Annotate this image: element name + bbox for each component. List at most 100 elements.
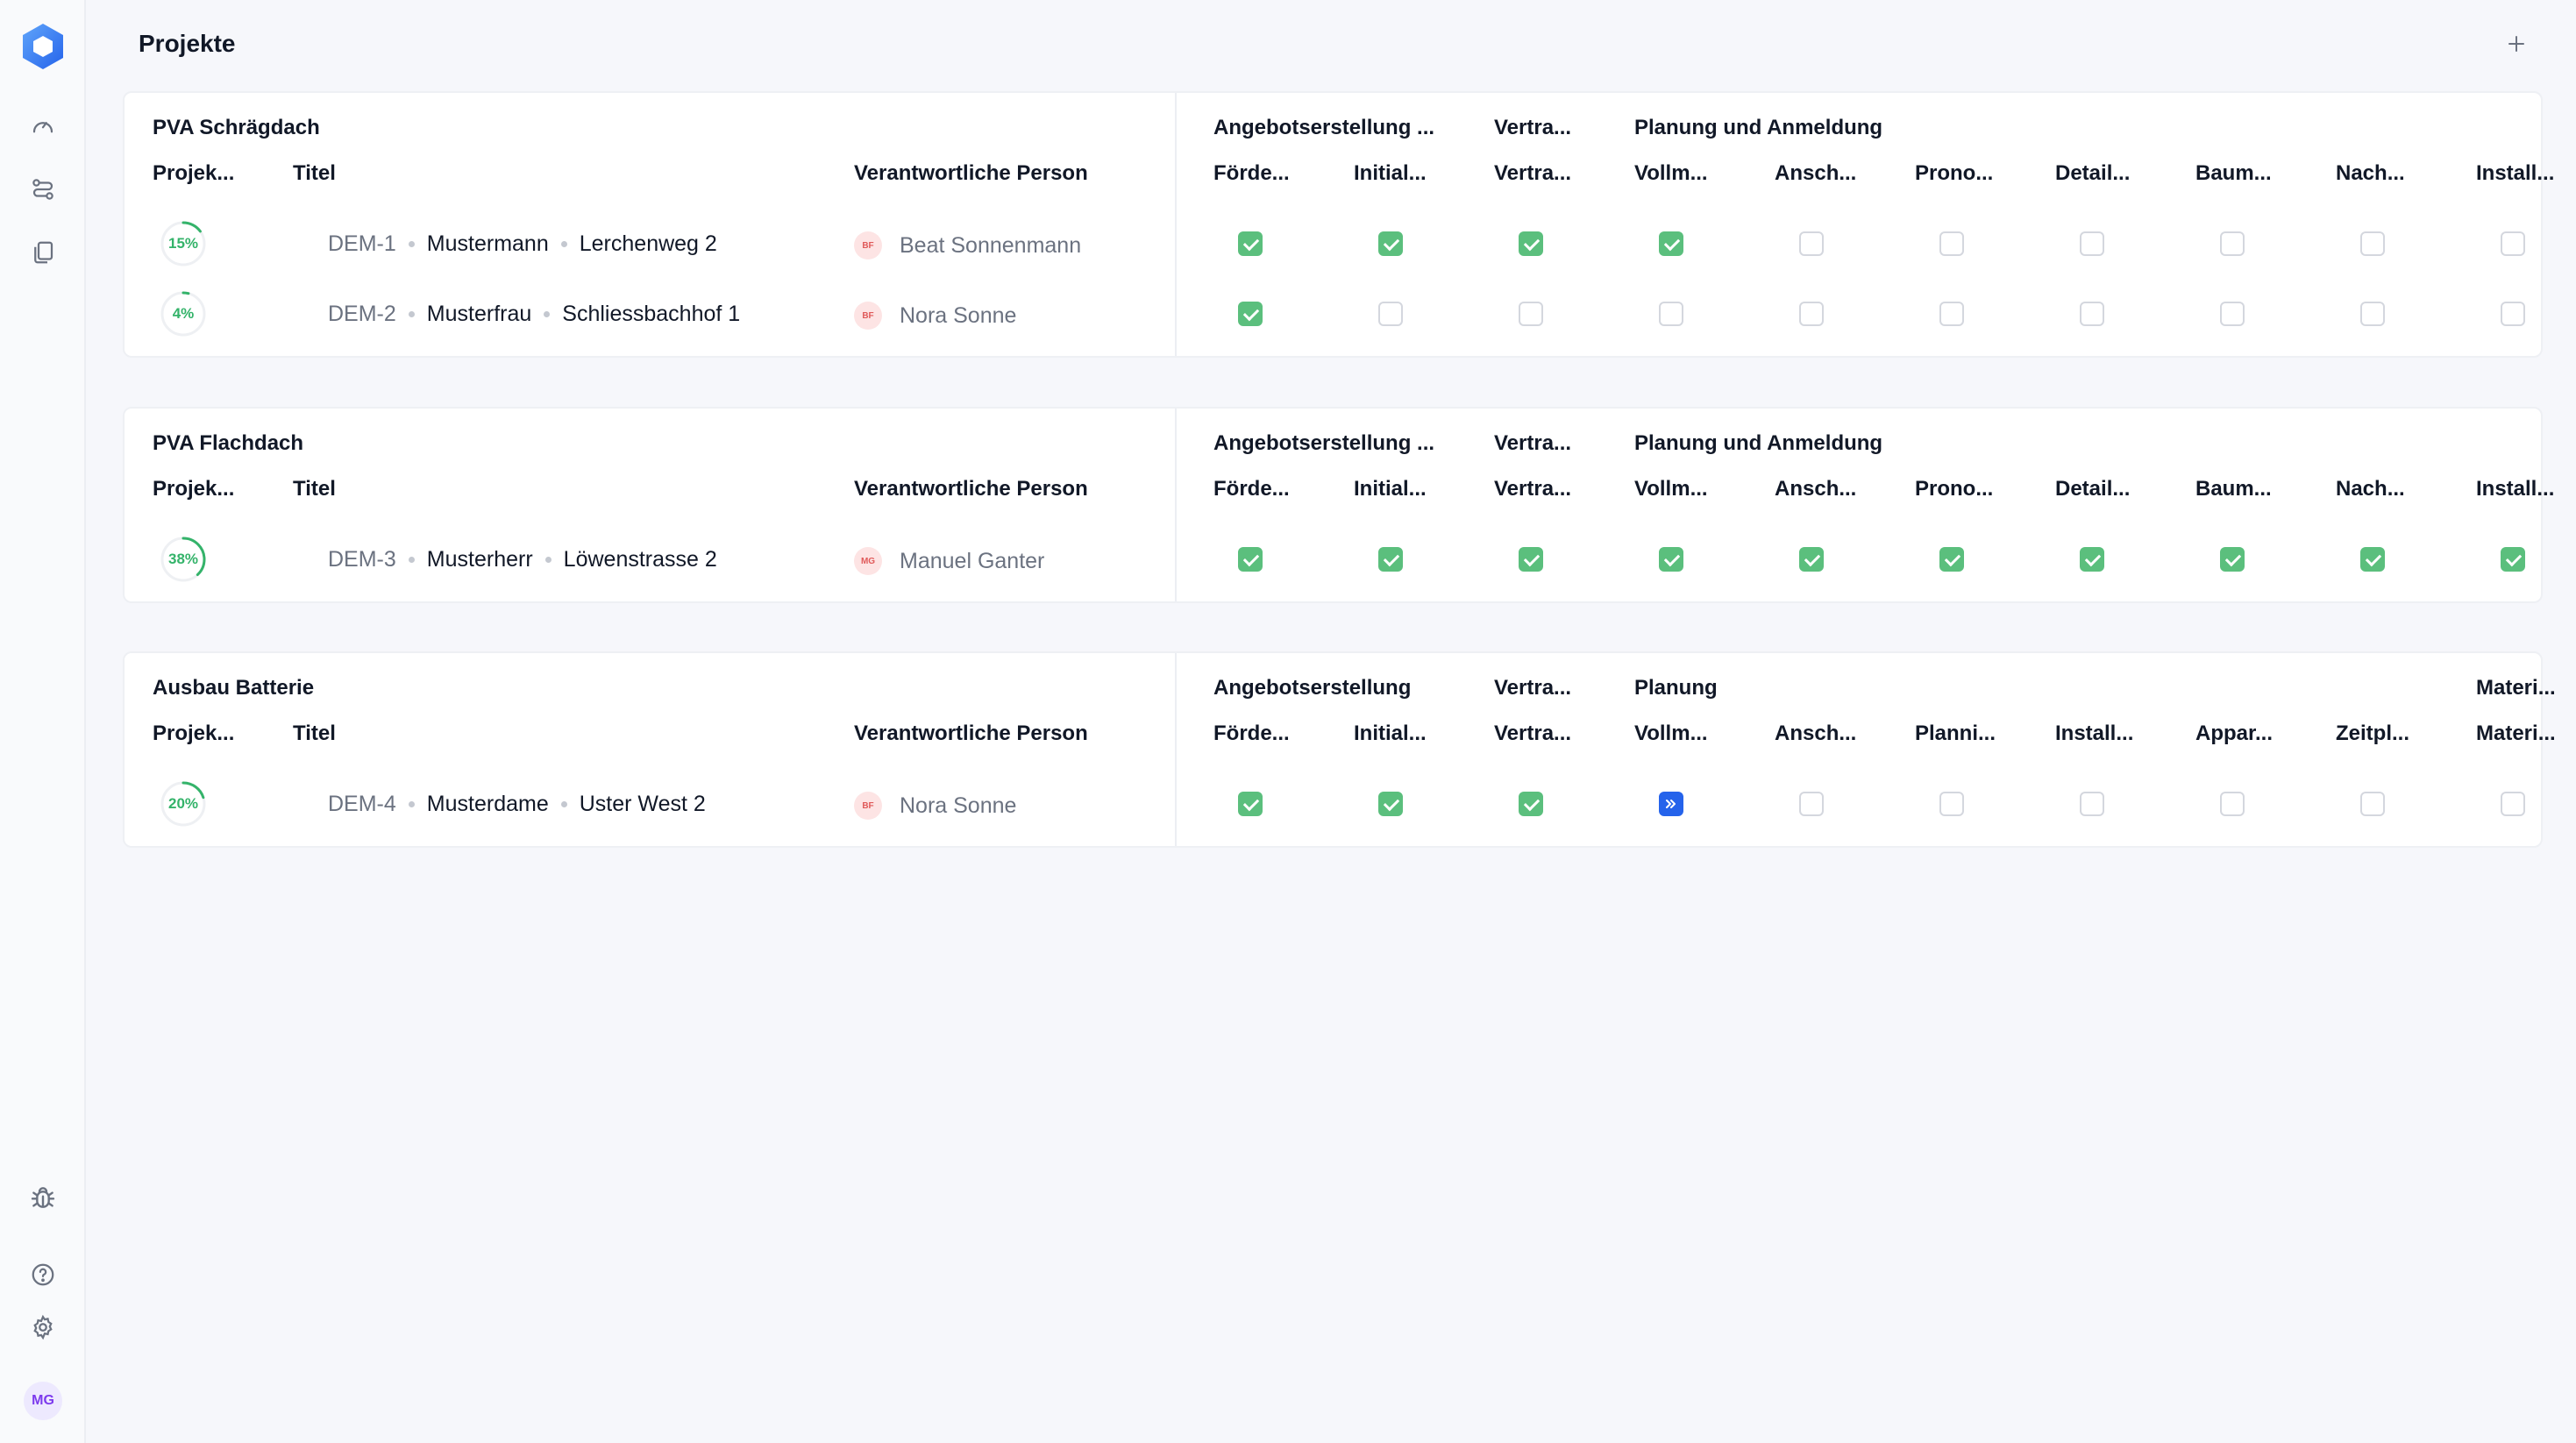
- step-header[interactable]: Vertra...: [1494, 722, 1571, 746]
- step-header[interactable]: Förde...: [1213, 161, 1290, 186]
- step-checkbox[interactable]: [2360, 231, 2385, 256]
- step-checkbox[interactable]: [2220, 231, 2245, 256]
- project-title[interactable]: DEM-4 Musterdame Uster West 2: [328, 792, 706, 817]
- step-checkbox[interactable]: [1519, 792, 1543, 816]
- step-checkbox[interactable]: [1238, 231, 1263, 256]
- step-header[interactable]: Vertra...: [1494, 477, 1571, 501]
- step-header[interactable]: Initial...: [1354, 722, 1427, 746]
- step-header[interactable]: Initial...: [1354, 161, 1427, 186]
- step-checkbox[interactable]: [1519, 231, 1543, 256]
- step-checkbox[interactable]: [1378, 302, 1403, 326]
- step-checkbox[interactable]: [2080, 547, 2104, 572]
- step-header[interactable]: Vollm...: [1634, 722, 1708, 746]
- step-in-progress-checkbox[interactable]: [1659, 792, 1683, 816]
- step-header[interactable]: Materi...: [2476, 722, 2556, 746]
- step-checkbox[interactable]: [1799, 302, 1824, 326]
- step-checkbox[interactable]: [1238, 302, 1263, 326]
- step-header[interactable]: Vertra...: [1494, 161, 1571, 186]
- table-row[interactable]: 38% DEM-3 Musterherr Löwenstrasse 2 MG Manuel…: [125, 524, 2544, 594]
- step-checkbox[interactable]: [2080, 792, 2104, 816]
- step-checkbox[interactable]: [1519, 547, 1543, 572]
- help-icon[interactable]: [22, 1254, 64, 1296]
- table-row[interactable]: 4% DEM-2 Musterfrau Schliessbachhof 1 BF Nora…: [125, 279, 2544, 349]
- documents-icon[interactable]: [22, 231, 64, 274]
- step-header[interactable]: Initial...: [1354, 477, 1427, 501]
- step-header[interactable]: Detail...: [2055, 161, 2130, 186]
- dashboard-icon[interactable]: [22, 105, 64, 147]
- column-header-person[interactable]: Verantwortliche Person: [854, 161, 1088, 186]
- step-checkbox[interactable]: [2501, 547, 2525, 572]
- step-checkbox[interactable]: [1238, 547, 1263, 572]
- step-checkbox[interactable]: [2501, 231, 2525, 256]
- step-header[interactable]: Vollm...: [1634, 161, 1708, 186]
- project-title[interactable]: DEM-2 Musterfrau Schliessbachhof 1: [328, 302, 740, 327]
- project-title[interactable]: DEM-3 Musterherr Löwenstrasse 2: [328, 547, 717, 572]
- step-checkbox[interactable]: [1659, 547, 1683, 572]
- step-checkbox[interactable]: [2360, 547, 2385, 572]
- step-checkbox[interactable]: [1659, 231, 1683, 256]
- step-header[interactable]: Nach...: [2336, 161, 2405, 186]
- step-checkbox[interactable]: [1939, 792, 1964, 816]
- step-checkbox[interactable]: [2220, 547, 2245, 572]
- column-header-title[interactable]: Titel: [293, 477, 336, 501]
- step-checkbox[interactable]: [1799, 231, 1824, 256]
- column-header-title[interactable]: Titel: [293, 161, 336, 186]
- project-title[interactable]: DEM-1 Mustermann Lerchenweg 2: [328, 231, 717, 257]
- step-header[interactable]: Baum...: [2195, 161, 2272, 186]
- step-header[interactable]: Vollm...: [1634, 477, 1708, 501]
- workflow-icon[interactable]: [22, 168, 64, 210]
- step-header[interactable]: Zeitpl...: [2336, 722, 2409, 746]
- step-header[interactable]: Nach...: [2336, 477, 2405, 501]
- step-checkbox[interactable]: [2501, 302, 2525, 326]
- responsible-person[interactable]: MG Manuel Ganter: [854, 547, 1044, 575]
- step-header[interactable]: Ansch...: [1775, 722, 1856, 746]
- step-header[interactable]: Prono...: [1915, 161, 1993, 186]
- step-header[interactable]: Ansch...: [1775, 477, 1856, 501]
- step-checkbox[interactable]: [2360, 792, 2385, 816]
- avatar[interactable]: MG: [24, 1382, 62, 1420]
- step-checkbox[interactable]: [2220, 302, 2245, 326]
- responsible-person[interactable]: BF Nora Sonne: [854, 302, 1016, 330]
- column-header-person[interactable]: Verantwortliche Person: [854, 477, 1088, 501]
- column-header-title[interactable]: Titel: [293, 722, 336, 746]
- step-checkbox[interactable]: [2360, 302, 2385, 326]
- step-header[interactable]: Install...: [2055, 722, 2133, 746]
- step-header[interactable]: Förde...: [1213, 477, 1290, 501]
- step-checkbox[interactable]: [2220, 792, 2245, 816]
- step-checkbox[interactable]: [1939, 547, 1964, 572]
- responsible-person[interactable]: BF Nora Sonne: [854, 792, 1016, 820]
- step-checkbox[interactable]: [1378, 231, 1403, 256]
- settings-icon[interactable]: [22, 1306, 64, 1348]
- step-checkbox[interactable]: [1659, 302, 1683, 326]
- step-checkbox[interactable]: [1799, 547, 1824, 572]
- step-checkbox[interactable]: [1238, 792, 1263, 816]
- step-checkbox[interactable]: [2080, 231, 2104, 256]
- step-checkbox[interactable]: [2501, 792, 2525, 816]
- step-checkbox[interactable]: [2080, 302, 2104, 326]
- column-header-project[interactable]: Projek...: [153, 477, 234, 501]
- logo-icon[interactable]: [18, 21, 68, 72]
- column-header-person[interactable]: Verantwortliche Person: [854, 722, 1088, 746]
- step-header[interactable]: Förde...: [1213, 722, 1290, 746]
- step-header[interactable]: Ansch...: [1775, 161, 1856, 186]
- responsible-person[interactable]: BF Beat Sonnenmann: [854, 231, 1081, 259]
- step-checkbox[interactable]: [1939, 302, 1964, 326]
- add-project-button[interactable]: [2499, 26, 2534, 61]
- step-header[interactable]: Install...: [2476, 477, 2554, 501]
- step-header[interactable]: Install...: [2476, 161, 2554, 186]
- column-header-project[interactable]: Projek...: [153, 722, 234, 746]
- step-checkbox[interactable]: [1799, 792, 1824, 816]
- step-header[interactable]: Prono...: [1915, 477, 1993, 501]
- step-header[interactable]: Detail...: [2055, 477, 2130, 501]
- table-row[interactable]: 15% DEM-1 Mustermann Lerchenweg 2 BF Beat Son…: [125, 209, 2544, 279]
- bug-icon[interactable]: [22, 1176, 64, 1219]
- step-checkbox[interactable]: [1519, 302, 1543, 326]
- column-header-project[interactable]: Projek...: [153, 161, 234, 186]
- table-row[interactable]: 20% DEM-4 Musterdame Uster West 2 BF Nora Son…: [125, 769, 2544, 839]
- step-checkbox[interactable]: [1939, 231, 1964, 256]
- step-header[interactable]: Appar...: [2195, 722, 2273, 746]
- step-header[interactable]: Planni...: [1915, 722, 1996, 746]
- step-checkbox[interactable]: [1378, 547, 1403, 572]
- step-checkbox[interactable]: [1378, 792, 1403, 816]
- step-header[interactable]: Baum...: [2195, 477, 2272, 501]
